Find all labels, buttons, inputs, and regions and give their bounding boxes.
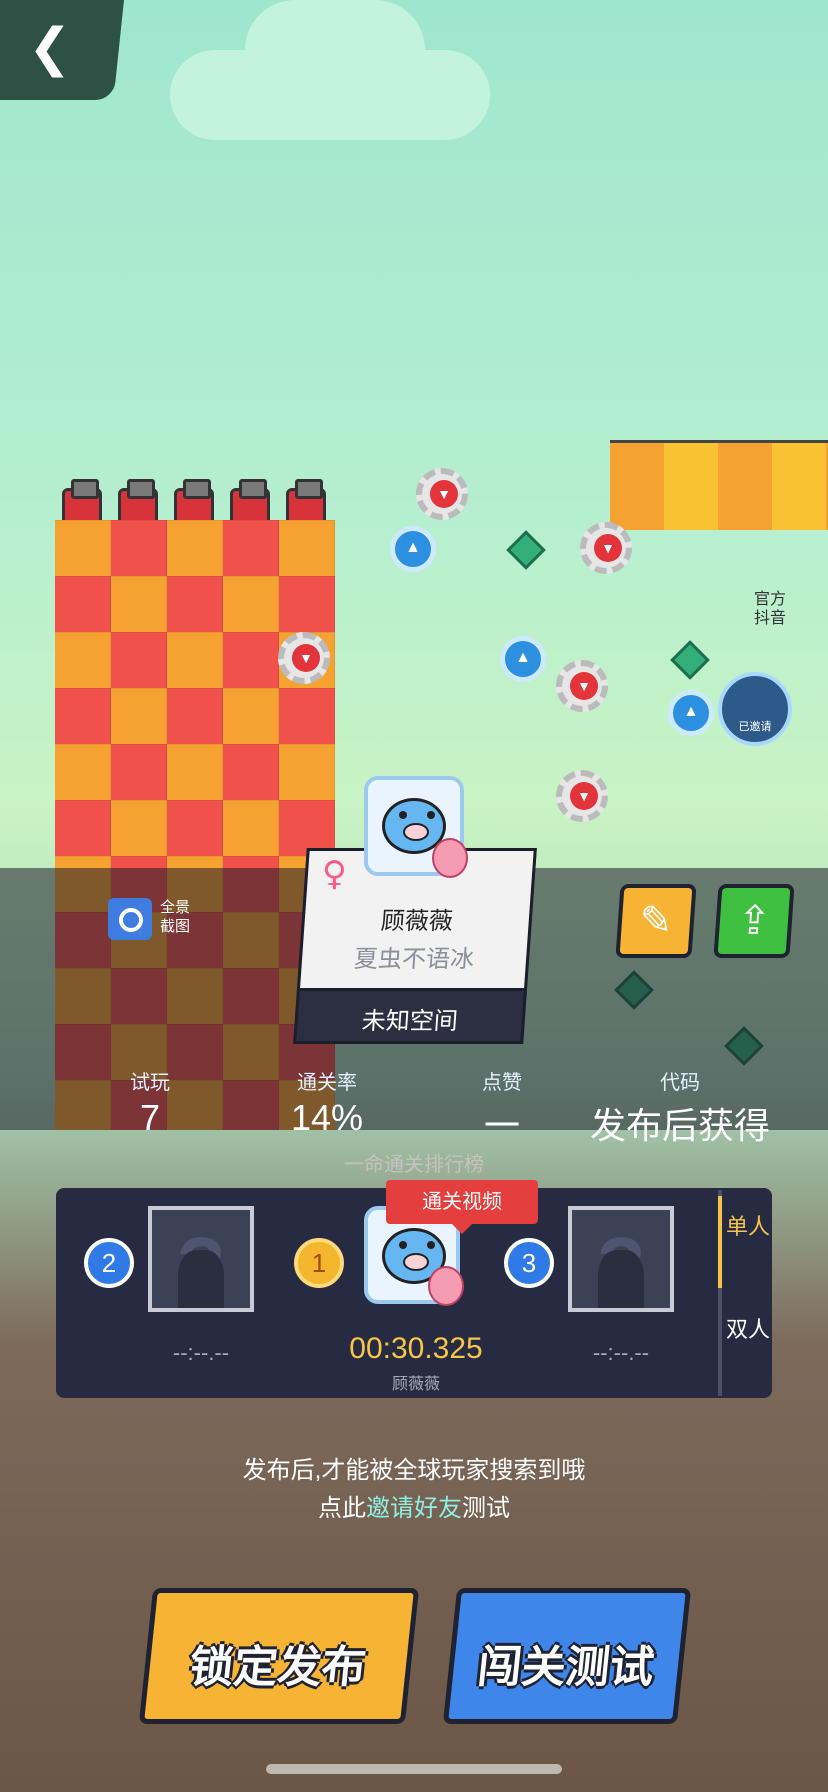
- gear-icon: [278, 632, 330, 684]
- rank-badge-2: 2: [84, 1238, 134, 1288]
- panorama-screenshot-button[interactable]: 全景 截图: [108, 896, 200, 942]
- unknown-avatar: ?: [148, 1206, 254, 1312]
- stat-label: 代码: [660, 1072, 700, 1094]
- block-row: [610, 440, 828, 530]
- pencil-icon: ✎: [637, 898, 675, 944]
- invite-friends-link[interactable]: 邀请好友: [366, 1495, 462, 1522]
- test-label: 闯关测试: [475, 1643, 657, 1692]
- rank-1-player: 顾薇薇: [391, 1376, 440, 1393]
- edit-button[interactable]: ✎: [615, 884, 697, 958]
- stat-value: 发布后获得: [590, 1105, 771, 1146]
- active-tab-indicator: [718, 1196, 722, 1288]
- stat-value: 一: [483, 1105, 520, 1146]
- arrow-disc-icon: [668, 690, 714, 736]
- official-label-line2: 抖音: [753, 610, 786, 627]
- stat-code: 代码 发布后获得: [590, 1066, 770, 1149]
- rank-1-time: 00:30.325: [349, 1332, 483, 1365]
- back-arrow-icon: ❮: [28, 18, 72, 78]
- strawberry-icon: [428, 1266, 464, 1306]
- leaderboard-panel: 单人 双人 2 ? --:--.-- 1 通关视频 00:30.325 顾薇薇 …: [56, 1180, 772, 1398]
- rank-2-time: --:--.--: [172, 1340, 230, 1365]
- stat-value: 14%: [290, 1097, 364, 1138]
- gem-icon: [670, 640, 710, 680]
- test-level-button[interactable]: 闯关测试: [442, 1588, 692, 1724]
- gear-icon: [416, 468, 468, 520]
- cloud: [245, 0, 425, 100]
- stat-label: 通关率: [297, 1072, 357, 1094]
- upload-icon: ⇪: [735, 898, 773, 944]
- arrow-disc-icon: [390, 526, 436, 572]
- camera-icon: [108, 898, 152, 940]
- strawberry-icon: [432, 838, 468, 878]
- level-name: 夏虫不语冰: [353, 946, 475, 973]
- official-douyin-badge[interactable]: 官方 抖音: [730, 590, 810, 628]
- arrow-disc-icon: [500, 636, 546, 682]
- share-button[interactable]: ⇪: [713, 884, 795, 958]
- publish-hint: 发布后,才能被全球玩家搜索到哦 点此邀请好友测试: [0, 1452, 828, 1528]
- home-indicator[interactable]: [266, 1764, 562, 1774]
- unknown-avatar: ?: [568, 1206, 674, 1312]
- rank-3-time: --:--.--: [592, 1340, 650, 1365]
- gear-icon: [556, 770, 608, 822]
- author-name: 顾薇薇: [379, 908, 454, 935]
- author-avatar[interactable]: [364, 776, 468, 878]
- hint-line1: 发布后,才能被全球玩家搜索到哦: [242, 1457, 586, 1484]
- tab-single[interactable]: 单人: [724, 1188, 772, 1293]
- rank-badge-1: 1: [294, 1238, 344, 1288]
- stat-clear-rate: 通关率 14%: [272, 1066, 382, 1139]
- stat-label: 试玩: [130, 1072, 170, 1094]
- tab-double[interactable]: 双人: [724, 1293, 772, 1398]
- hint-line2: 点此邀请好友测试: [318, 1495, 510, 1522]
- screenshot-label: 全景 截图: [160, 899, 191, 935]
- rank-badge-3: 3: [504, 1238, 554, 1288]
- female-icon: ♀: [322, 854, 347, 894]
- leaderboard-title: 一命通关排行榜: [344, 1154, 484, 1176]
- stat-likes: 点赞 一: [462, 1066, 542, 1149]
- stat-value: 7: [139, 1097, 161, 1138]
- invited-label: 已邀请: [738, 721, 772, 733]
- stat-label: 点赞: [482, 1072, 522, 1094]
- gem-icon: [506, 530, 546, 570]
- lock-publish-button[interactable]: 锁定发布: [138, 1588, 420, 1724]
- invited-badge[interactable]: 已邀请: [718, 672, 792, 746]
- stat-plays: 试玩 7: [110, 1066, 190, 1139]
- gear-icon: [580, 522, 632, 574]
- world-name: 未知空间: [360, 1008, 459, 1035]
- official-label-line1: 官方: [753, 591, 786, 608]
- gear-icon: [556, 660, 608, 712]
- publish-label: 锁定发布: [187, 1643, 369, 1692]
- clear-video-tag[interactable]: 通关视频: [386, 1180, 538, 1234]
